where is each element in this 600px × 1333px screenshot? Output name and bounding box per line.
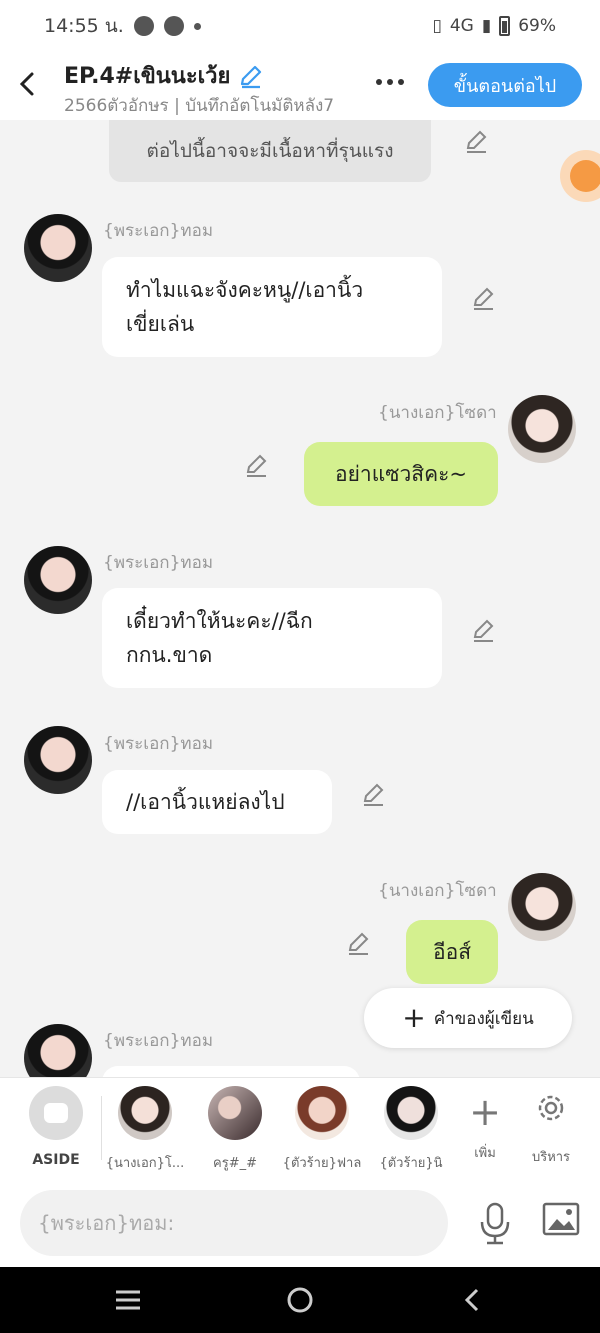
message-bubble[interactable]: //เอานิ้วแหย่ลงไป: [102, 770, 332, 834]
edit-pencil-icon[interactable]: [464, 128, 490, 154]
message-line: ทำไมแฉะจังคะหนู//เอานิ้ว: [126, 278, 364, 302]
story-header: EP.4#เขินนะเว้ย 2566ตัวอักษร | บันทึกอัต…: [0, 52, 600, 120]
message-line: กกน.ขาด: [126, 643, 213, 667]
character-teacher[interactable]: ครู#_#: [190, 1086, 280, 1173]
camera-float-icon[interactable]: [560, 150, 600, 202]
avatar[interactable]: [24, 1024, 92, 1077]
title-row[interactable]: EP.4#เขินนะเว้ย: [64, 58, 264, 93]
speaker-name: {พระเอก}ทอม: [103, 734, 214, 754]
status-bar: 14:55 น. ▯ 4G ▮ 69%: [0, 0, 600, 52]
edit-pencil-icon[interactable]: [471, 617, 497, 643]
character-heroine[interactable]: {นางเอก}โ...: [100, 1086, 190, 1173]
character-villain-1[interactable]: {ตัวร้าย}ฟาล: [277, 1086, 367, 1173]
speaker-name: {นางเอก}โซดา: [378, 403, 497, 423]
edit-pencil-icon[interactable]: [361, 781, 387, 807]
next-step-button[interactable]: ขั้นตอนต่อไป: [428, 63, 582, 107]
message-bubble[interactable]: [102, 1066, 360, 1077]
character-bar: ASIDE {นางเอก}โ... ครู#_# {ตัวร้าย}ฟาล {…: [0, 1077, 600, 1178]
character-label: {ตัวร้าย}ฟาล: [282, 1156, 362, 1171]
message-input[interactable]: {พระเอก}ทอม:: [20, 1190, 448, 1256]
avatar[interactable]: [508, 873, 576, 941]
line-icon: [163, 16, 184, 36]
status-time: 14:55 น.: [44, 15, 124, 37]
plus-icon: +: [402, 1001, 426, 1034]
status-left: 14:55 น.: [44, 11, 201, 41]
character-avatar: [118, 1086, 172, 1140]
messenger-icon: [133, 16, 154, 36]
avatar[interactable]: [24, 546, 92, 614]
home-icon[interactable]: [285, 1285, 315, 1315]
character-avatar: [208, 1086, 262, 1140]
speaker-name: {นางเอก}โซดา: [378, 881, 497, 901]
chevron-left-icon: [19, 72, 34, 96]
gear-icon: [538, 1095, 564, 1121]
dot-icon: [387, 79, 393, 85]
network-type: 4G: [449, 16, 474, 36]
message-bubble[interactable]: ทำไมแฉะจังคะหนู//เอานิ้ว เขี่ยเล่น: [102, 257, 442, 357]
recent-apps-icon[interactable]: [113, 1285, 143, 1315]
episode-title: EP.4#เขินนะเว้ย: [64, 64, 231, 89]
author-note-button[interactable]: + คำของผู้เขียน: [364, 988, 572, 1048]
microphone-icon[interactable]: [478, 1202, 512, 1246]
speaker-name: {พระเอก}ทอม: [103, 553, 214, 573]
aside-icon: [29, 1086, 83, 1140]
message-line: เดี๋ยวทำให้นะคะ//ฉีก: [126, 609, 313, 633]
dot-icon: [376, 79, 382, 85]
word-count-autosave: 2566ตัวอักษร | บันทึกอัตโนมัติหลัง7: [64, 96, 335, 116]
input-bar: {พระเอก}ทอม:: [0, 1178, 600, 1267]
chat-area[interactable]: ต่อไปนี้อาจจะมีเนื้อหาที่รุนแรง {พระเอก}…: [0, 120, 600, 1077]
signal-icon: ▮: [481, 16, 492, 36]
dot-icon: [398, 79, 404, 85]
manage-button[interactable]: บริหาร: [506, 1086, 596, 1167]
aside-label: ASIDE: [32, 1152, 80, 1168]
notification-dot-icon: [193, 22, 201, 30]
more-options-button[interactable]: [370, 64, 410, 100]
manage-label: บริหาร: [531, 1150, 571, 1165]
character-avatar: [295, 1086, 349, 1140]
edit-title-icon[interactable]: [238, 63, 264, 89]
avatar[interactable]: [24, 726, 92, 794]
author-note-label: คำของผู้เขียน: [433, 1008, 534, 1029]
avatar[interactable]: [508, 395, 576, 463]
speaker-name: {พระเอก}ทอม: [103, 1031, 214, 1051]
back-nav-icon[interactable]: [458, 1285, 488, 1315]
message-bubble[interactable]: อีอส์: [406, 920, 498, 984]
vibrate-icon: ▯: [432, 16, 442, 36]
system-nav-bar: [0, 1267, 600, 1333]
image-icon[interactable]: [542, 1202, 580, 1238]
character-label: ครู#_#: [213, 1156, 257, 1171]
back-button[interactable]: [14, 66, 42, 102]
character-avatar: [384, 1086, 438, 1140]
message-bubble[interactable]: เดี๋ยวทำให้นะคะ//ฉีก กกน.ขาด: [102, 588, 442, 688]
status-right: ▯ 4G ▮ 69%: [432, 16, 556, 36]
edit-pencil-icon[interactable]: [346, 930, 372, 956]
edit-pencil-icon[interactable]: [244, 452, 270, 478]
avatar[interactable]: [24, 214, 92, 282]
battery-level: 69%: [518, 16, 556, 36]
battery-icon: [499, 16, 511, 36]
message-text: //เอานิ้วแหย่ลงไป: [126, 790, 285, 814]
message-line: เขี่ยเล่น: [126, 312, 195, 336]
edit-pencil-icon[interactable]: [471, 285, 497, 311]
speaker-name: {พระเอก}ทอม: [103, 221, 214, 241]
character-label: {นางเอก}โ...: [105, 1156, 185, 1171]
message-text: อย่าแซวสิคะ~: [334, 462, 468, 486]
aside-button[interactable]: ASIDE: [11, 1086, 101, 1168]
message-text: อีอส์: [432, 940, 472, 964]
message-bubble[interactable]: อย่าแซวสิคะ~: [304, 442, 498, 506]
content-warning: ต่อไปนี้อาจจะมีเนื้อหาที่รุนแรง: [109, 120, 431, 182]
